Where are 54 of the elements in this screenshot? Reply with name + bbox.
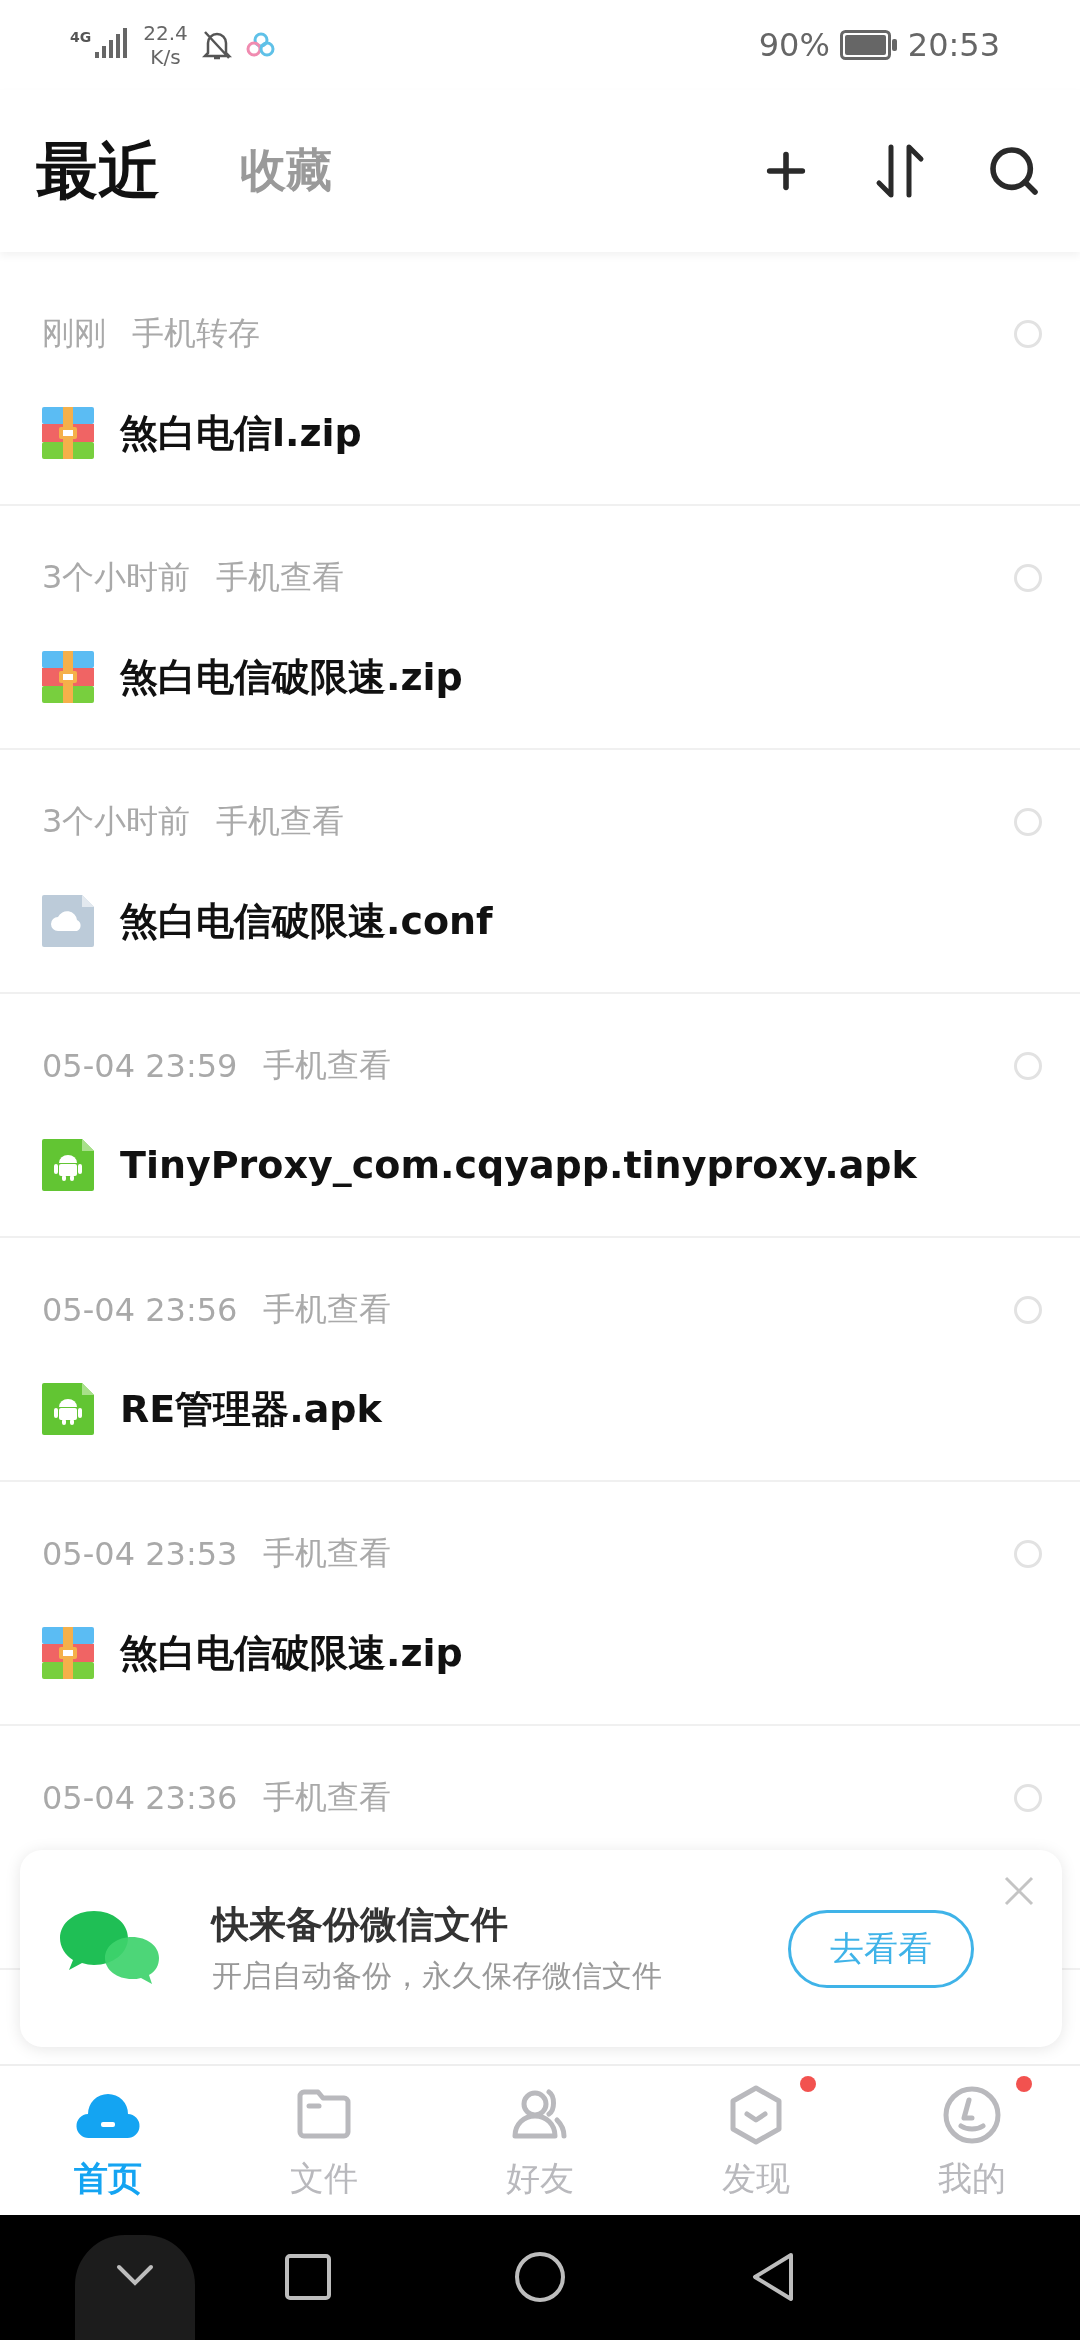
nav-tab[interactable]: 文件 <box>216 2066 432 2215</box>
android-file-icon <box>42 1383 94 1435</box>
file-time: 3个小时前 <box>42 801 191 842</box>
chevron-down-icon <box>115 2263 155 2287</box>
nav-tab[interactable]: 我的 <box>864 2066 1080 2215</box>
close-button[interactable] <box>1002 1874 1036 1908</box>
file-source: 手机查看 <box>263 1045 392 1086</box>
file-time: 3个小时前 <box>42 557 191 598</box>
select-checkbox[interactable] <box>1014 808 1042 836</box>
file-source: 手机转存 <box>132 313 260 354</box>
file-time: 05-04 23:53 <box>42 1535 238 1573</box>
file-name: RE管理器.apk <box>120 1385 382 1433</box>
file-name: TinyProxy_com.cqyapp.tinyproxy.apk <box>120 1143 917 1187</box>
select-checkbox[interactable] <box>1014 1540 1042 1568</box>
clock: 20:53 <box>907 26 1000 64</box>
file-source: 手机查看 <box>263 1533 392 1574</box>
select-checkbox[interactable] <box>1014 1296 1042 1324</box>
tab[interactable]: 收藏 <box>240 140 332 202</box>
banner-subtitle: 开启自动备份，永久保存微信文件 <box>212 1957 663 1995</box>
file-name: 煞白电信破限速.zip <box>120 1629 463 1677</box>
archive-icon <box>42 1627 94 1679</box>
archive-icon <box>42 651 94 703</box>
network-type: 4G <box>70 29 92 45</box>
battery-icon <box>839 30 898 60</box>
network-speed: 22.4 <box>143 21 188 45</box>
banner-title: 快来备份微信文件 <box>212 1902 509 1948</box>
nav-tab[interactable]: 好友 <box>432 2066 648 2215</box>
cloud-sync-icon <box>245 32 276 58</box>
collapse-button[interactable] <box>75 2235 195 2340</box>
select-checkbox[interactable] <box>1014 1052 1042 1080</box>
android-file-icon <box>42 1139 94 1191</box>
nav-tab[interactable]: 首页 <box>0 2066 216 2215</box>
select-checkbox[interactable] <box>1014 564 1042 592</box>
battery-percent: 90% <box>758 26 830 64</box>
file-time: 05-04 23:56 <box>42 1291 238 1329</box>
file-source: 手机查看 <box>216 557 345 598</box>
file-name: 煞白电信破限速.conf <box>120 897 493 945</box>
file-time: 05-04 23:59 <box>42 1047 238 1085</box>
select-checkbox[interactable] <box>1014 1784 1042 1812</box>
tab[interactable]: 最近 <box>36 129 160 213</box>
file-source: 手机查看 <box>263 1777 392 1818</box>
file-source: 手机查看 <box>216 801 345 842</box>
nav-tab[interactable]: 发现 <box>648 2066 864 2215</box>
file-time: 05-04 23:36 <box>42 1779 238 1817</box>
file-time: 刚刚 <box>42 313 106 354</box>
speed-unit: K/s <box>150 45 181 69</box>
file-name: 煞白电信l.zip <box>120 409 362 457</box>
file-source: 手机查看 <box>263 1289 392 1330</box>
muted-bell-icon <box>201 29 232 61</box>
archive-icon <box>42 407 94 459</box>
select-checkbox[interactable] <box>1014 320 1042 348</box>
cloud-file-icon <box>42 895 94 947</box>
file-name: 煞白电信破限速.zip <box>120 653 463 701</box>
go-see-button[interactable]: 去看看 <box>788 1909 974 1988</box>
